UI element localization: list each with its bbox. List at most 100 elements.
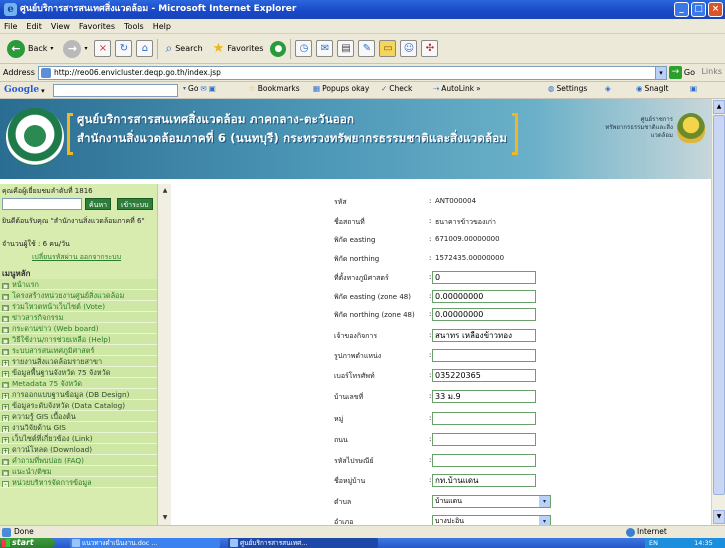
address-dropdown-icon[interactable]: ▾ bbox=[655, 66, 667, 80]
dropdown-arrow-icon[interactable]: ▾ bbox=[539, 496, 550, 507]
sidebar-menu-item[interactable]: □ ระบบสารสนเทศภูมิศาสตร์ bbox=[0, 345, 157, 356]
google-go-button[interactable]: Go bbox=[188, 84, 198, 93]
field-input[interactable]: กท.บ้านแดน bbox=[432, 474, 536, 487]
page-scrollbar[interactable]: ▲ ▼ bbox=[711, 99, 725, 525]
taskbar-item-browser[interactable]: ศูนย์บริการสารสนเทศ... bbox=[228, 538, 378, 548]
check-button[interactable]: ✓ Check bbox=[381, 84, 412, 93]
sidebar-menu-item[interactable]: + ข้อมูลพื้นฐานจังหวัด 75 จังหวัด bbox=[0, 367, 157, 378]
extra-tool-icon[interactable]: ◈ bbox=[605, 84, 611, 93]
sidebar-menu-item[interactable]: □ หน้าแรก bbox=[0, 279, 157, 290]
sidebar-menu-item[interactable]: + ดาวน์โหลด (Download) bbox=[0, 444, 157, 455]
snagit-button[interactable]: ◉ SnagIt bbox=[636, 84, 669, 93]
snagit-label: SnagIt bbox=[644, 84, 669, 93]
go-button[interactable]: → Go bbox=[668, 66, 695, 79]
links-button[interactable]: Links bbox=[701, 67, 722, 76]
sidebar-login-button[interactable]: เข้าระบบ bbox=[117, 198, 153, 210]
account-links[interactable]: เปลี่ยนรหัสผ่าน ออกจากระบบ bbox=[32, 252, 121, 263]
media-icon[interactable]: ● bbox=[270, 40, 287, 57]
menu-help[interactable]: Help bbox=[153, 19, 171, 33]
refresh-icon[interactable]: ↻ bbox=[115, 40, 133, 57]
sidebar-menu-item[interactable]: □ ข่าวสารกิจกรรม bbox=[0, 312, 157, 323]
google-logo[interactable]: Google bbox=[4, 84, 39, 97]
field-select[interactable]: บางปะอิน ▾ bbox=[432, 515, 551, 525]
autolink-button[interactable]: ⇢ AutoLink » bbox=[433, 84, 481, 93]
messenger-icon[interactable]: ☺ bbox=[400, 40, 418, 57]
scroll-down-icon[interactable]: ▼ bbox=[159, 512, 171, 524]
settings-button[interactable]: ◍ Settings bbox=[548, 84, 587, 93]
sidebar-scrollbar[interactable]: ▲ ▼ bbox=[157, 184, 171, 525]
start-button[interactable]: start bbox=[0, 538, 55, 548]
menu-file[interactable]: File bbox=[4, 19, 17, 33]
sidebar-menu-item[interactable]: + ความรู้ GIS เบื้องต้น bbox=[0, 411, 157, 422]
sidebar-menu-item[interactable]: + เว็บไซต์ที่เกี่ยวข้อง (Link) bbox=[0, 433, 157, 444]
menu-edit[interactable]: Edit bbox=[26, 19, 42, 33]
snagit-capture-icon[interactable]: ▣ bbox=[690, 84, 697, 93]
gmail-icon[interactable]: ✉ bbox=[200, 84, 206, 93]
home-icon[interactable]: ⌂ bbox=[136, 40, 154, 57]
google-search-dropdown-icon[interactable]: ▾ bbox=[183, 85, 186, 92]
field-input[interactable]: 33 ม.9 bbox=[432, 390, 536, 403]
back-dropdown-icon[interactable]: ▾ bbox=[50, 45, 53, 52]
field-input[interactable]: 035220365 bbox=[432, 369, 536, 382]
field-input[interactable]: 0 bbox=[432, 271, 536, 284]
forward-dropdown-icon[interactable]: ▾ bbox=[84, 45, 87, 52]
scroll-up-icon[interactable]: ▲ bbox=[713, 100, 725, 114]
folder-icon[interactable]: ▭ bbox=[379, 40, 397, 57]
sidebar-menu-item[interactable]: + งานวิจัยด้าน GIS bbox=[0, 422, 157, 433]
google-search-input[interactable] bbox=[53, 84, 178, 97]
sidebar-menu-item[interactable]: □ กระดานข่าว (Web board) bbox=[0, 323, 157, 334]
field-input[interactable] bbox=[432, 412, 536, 425]
history-icon[interactable]: ◷ bbox=[295, 40, 313, 57]
scroll-up-icon[interactable]: ▲ bbox=[159, 185, 171, 197]
field-input[interactable]: 0.00000000 bbox=[432, 290, 536, 303]
window-title-bar[interactable]: e ศูนย์บริการสารสนเทศสิ่งแวดล้อม - Micro… bbox=[0, 0, 725, 19]
close-button[interactable]: × bbox=[708, 2, 723, 17]
scrollbar-thumb[interactable] bbox=[713, 115, 725, 495]
sidebar-menu-item[interactable]: □ โครงสร้างหน่วยงานศูนย์สิ่งแวดล้อม bbox=[0, 290, 157, 301]
language-indicator[interactable]: EN bbox=[649, 539, 658, 547]
search-button[interactable]: ⌕ Search bbox=[162, 38, 205, 60]
scroll-down-icon[interactable]: ▼ bbox=[713, 510, 725, 524]
sidebar-menu-item[interactable]: □ วิธีใช้งาน/การช่วยเหลือ (Help) bbox=[0, 334, 157, 345]
mail-icon[interactable]: ✉ bbox=[316, 40, 334, 57]
field-input[interactable] bbox=[432, 454, 536, 467]
forward-button[interactable]: → ▾ bbox=[60, 38, 90, 60]
menu-view[interactable]: View bbox=[51, 19, 70, 33]
google-dropdown-icon[interactable]: ▾ bbox=[41, 87, 45, 95]
print-icon[interactable]: ▤ bbox=[337, 40, 355, 57]
menu-favorites[interactable]: Favorites bbox=[79, 19, 115, 33]
sidebar-search-button[interactable]: ค้นหา bbox=[85, 198, 112, 210]
address-input[interactable]: http://reo06.envicluster.deqp.go.th/inde… bbox=[38, 66, 666, 80]
back-button[interactable]: ← Back ▾ bbox=[4, 38, 56, 60]
field-select[interactable]: บ้านแดน ▾ bbox=[432, 495, 551, 508]
field-input[interactable] bbox=[432, 433, 536, 446]
sidebar-menu-item[interactable]: □ คำถามที่พบบ่อย (FAQ) bbox=[0, 455, 157, 466]
field-input[interactable] bbox=[432, 349, 536, 362]
sidebar-menu-item[interactable]: □ ร่วมโหวตหน้าเว็บไซต์ (Vote) bbox=[0, 301, 157, 312]
sidebar-menu-item[interactable]: + การออกแบบฐานข้อมูล (DB Design) bbox=[0, 389, 157, 400]
bookmarks-button[interactable]: ☆ Bookmarks bbox=[249, 84, 300, 93]
maximize-button[interactable]: □ bbox=[691, 2, 706, 17]
settings-label: Settings bbox=[556, 84, 588, 93]
minimize-button[interactable]: _ bbox=[674, 2, 689, 17]
favorites-button[interactable]: ★ Favorites bbox=[210, 38, 267, 60]
google-share-icon[interactable]: ▣ bbox=[209, 84, 216, 93]
edit-icon[interactable]: ✎ bbox=[358, 40, 376, 57]
sidebar-menu-item[interactable]: - หน่วยบริหารจัดการข้อมูล bbox=[0, 477, 157, 488]
taskbar-item-doc[interactable]: แนวทางดำเนินงาน.doc ... bbox=[70, 538, 220, 548]
popups-button[interactable]: ▦ Popups okay bbox=[313, 84, 369, 93]
research-icon[interactable]: ✣ bbox=[421, 40, 439, 57]
sidebar-menu-item[interactable]: □ Metadata 75 จังหวัด bbox=[0, 378, 157, 389]
colon: : bbox=[429, 292, 432, 300]
field-label: ถนน bbox=[334, 436, 348, 444]
menu-tools[interactable]: Tools bbox=[124, 19, 144, 33]
dropdown-arrow-icon[interactable]: ▾ bbox=[539, 516, 550, 525]
sidebar-menu-item[interactable]: + ข้อมูลระดับจังหวัด (Data Catalog) bbox=[0, 400, 157, 411]
more-chevron-icon[interactable]: » bbox=[476, 84, 481, 93]
field-input[interactable]: สนาทร เหลืองข้าวทอง bbox=[432, 329, 536, 342]
sidebar-menu-item[interactable]: + รายงานสิ่งแวดล้อมรายสาขา bbox=[0, 356, 157, 367]
sidebar-menu-item[interactable]: □ แนะนำ/ติชม bbox=[0, 466, 157, 477]
sidebar-search-input[interactable] bbox=[2, 198, 82, 210]
stop-icon[interactable]: × bbox=[94, 40, 112, 57]
field-input[interactable]: 0.00000000 bbox=[432, 308, 536, 321]
